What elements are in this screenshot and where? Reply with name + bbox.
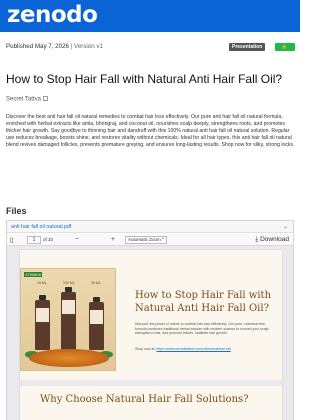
file-name-link[interactable]: anti hair fall oil natural.pdf: [11, 224, 71, 230]
sidebar-toggle-icon[interactable]: ▯: [10, 236, 14, 244]
record-title: How to Stop Hair Fall with Natural Anti …: [6, 72, 283, 86]
pdf-link-prefix: Shop now at:: [135, 347, 156, 351]
pdf-shop-line: Shop now at: https://www.secrettattva.co…: [135, 347, 231, 351]
download-icon: ⤓: [255, 236, 259, 243]
version-label: Version v1: [74, 43, 103, 50]
published-date: Published May 7, 2026: [6, 43, 69, 50]
files-heading: Files: [6, 206, 27, 216]
creator: Secret Tattva: [6, 96, 48, 103]
pdf-page2-heading: Why Choose Natural Hair Fall Solutions?: [40, 394, 249, 405]
page-count: of 10: [43, 237, 54, 242]
meta-separator: |: [70, 43, 73, 50]
zoom-out-icon[interactable]: −: [75, 236, 79, 243]
zoom-select[interactable]: Automatic Zoom: [125, 235, 167, 244]
chevron-down-icon[interactable]: ⌄: [283, 223, 288, 230]
resource-type-badge: Presentation: [229, 43, 266, 51]
bottle-size-label: 30 ML: [91, 281, 101, 285]
oil-bottle: [35, 295, 50, 350]
herbs-bowl: [29, 349, 109, 367]
record-description: Discover the best anti hair fall oil nat…: [6, 114, 295, 148]
creator-info-icon[interactable]: [42, 96, 48, 101]
bottle-size-label: 15 ML: [37, 281, 47, 285]
pdf-page: ETHNIKHI 15 ML 100 ML 30 ML How to Stop …: [20, 250, 282, 420]
pdf-viewer: ▯ 1 of 10 − + Automatic Zoom ⤓ Download …: [7, 234, 293, 420]
bottle-size-label: 100 ML: [63, 281, 75, 285]
zoom-in-icon[interactable]: +: [111, 236, 115, 243]
oil-bottle: [89, 297, 104, 350]
access-badge: 🔓 Open: [275, 43, 295, 58]
top-navbar: zenodo: [0, 0, 300, 32]
pdf-page-2: Why Choose Natural Hair Fall Solutions?: [20, 386, 282, 420]
access-badge-label: Open: [278, 52, 292, 58]
pdf-toolbar: ▯ 1 of 10 − + Automatic Zoom ⤓ Download: [7, 234, 293, 246]
download-button[interactable]: ⤓ Download: [255, 236, 289, 244]
zenodo-logo[interactable]: zenodo: [7, 0, 98, 30]
oil-bottle: [61, 287, 76, 350]
product-image: ETHNIKHI 15 ML 100 ML 30 ML: [20, 268, 116, 371]
page-number-input[interactable]: 1: [27, 236, 41, 244]
record-meta: Published May 7, 2026 | Version v1: [6, 43, 103, 50]
image-badge: ETHNIKHI: [24, 272, 43, 277]
download-label: Download: [260, 236, 289, 243]
pdf-body-text: Discover the power of nature to combat h…: [135, 322, 270, 336]
pdf-shop-link[interactable]: https://www.secrettattva.com/collections…: [156, 347, 230, 351]
creator-name[interactable]: Secret Tattva: [6, 97, 41, 103]
pdf-title: How to Stop Hair Fall with Natural Anti …: [135, 290, 272, 314]
unlock-icon: 🔓: [281, 44, 288, 49]
file-preview-panel: anti hair fall oil natural.pdf ⌄ ▯ 1 of …: [6, 220, 294, 420]
file-header[interactable]: anti hair fall oil natural.pdf ⌄: [7, 221, 293, 233]
